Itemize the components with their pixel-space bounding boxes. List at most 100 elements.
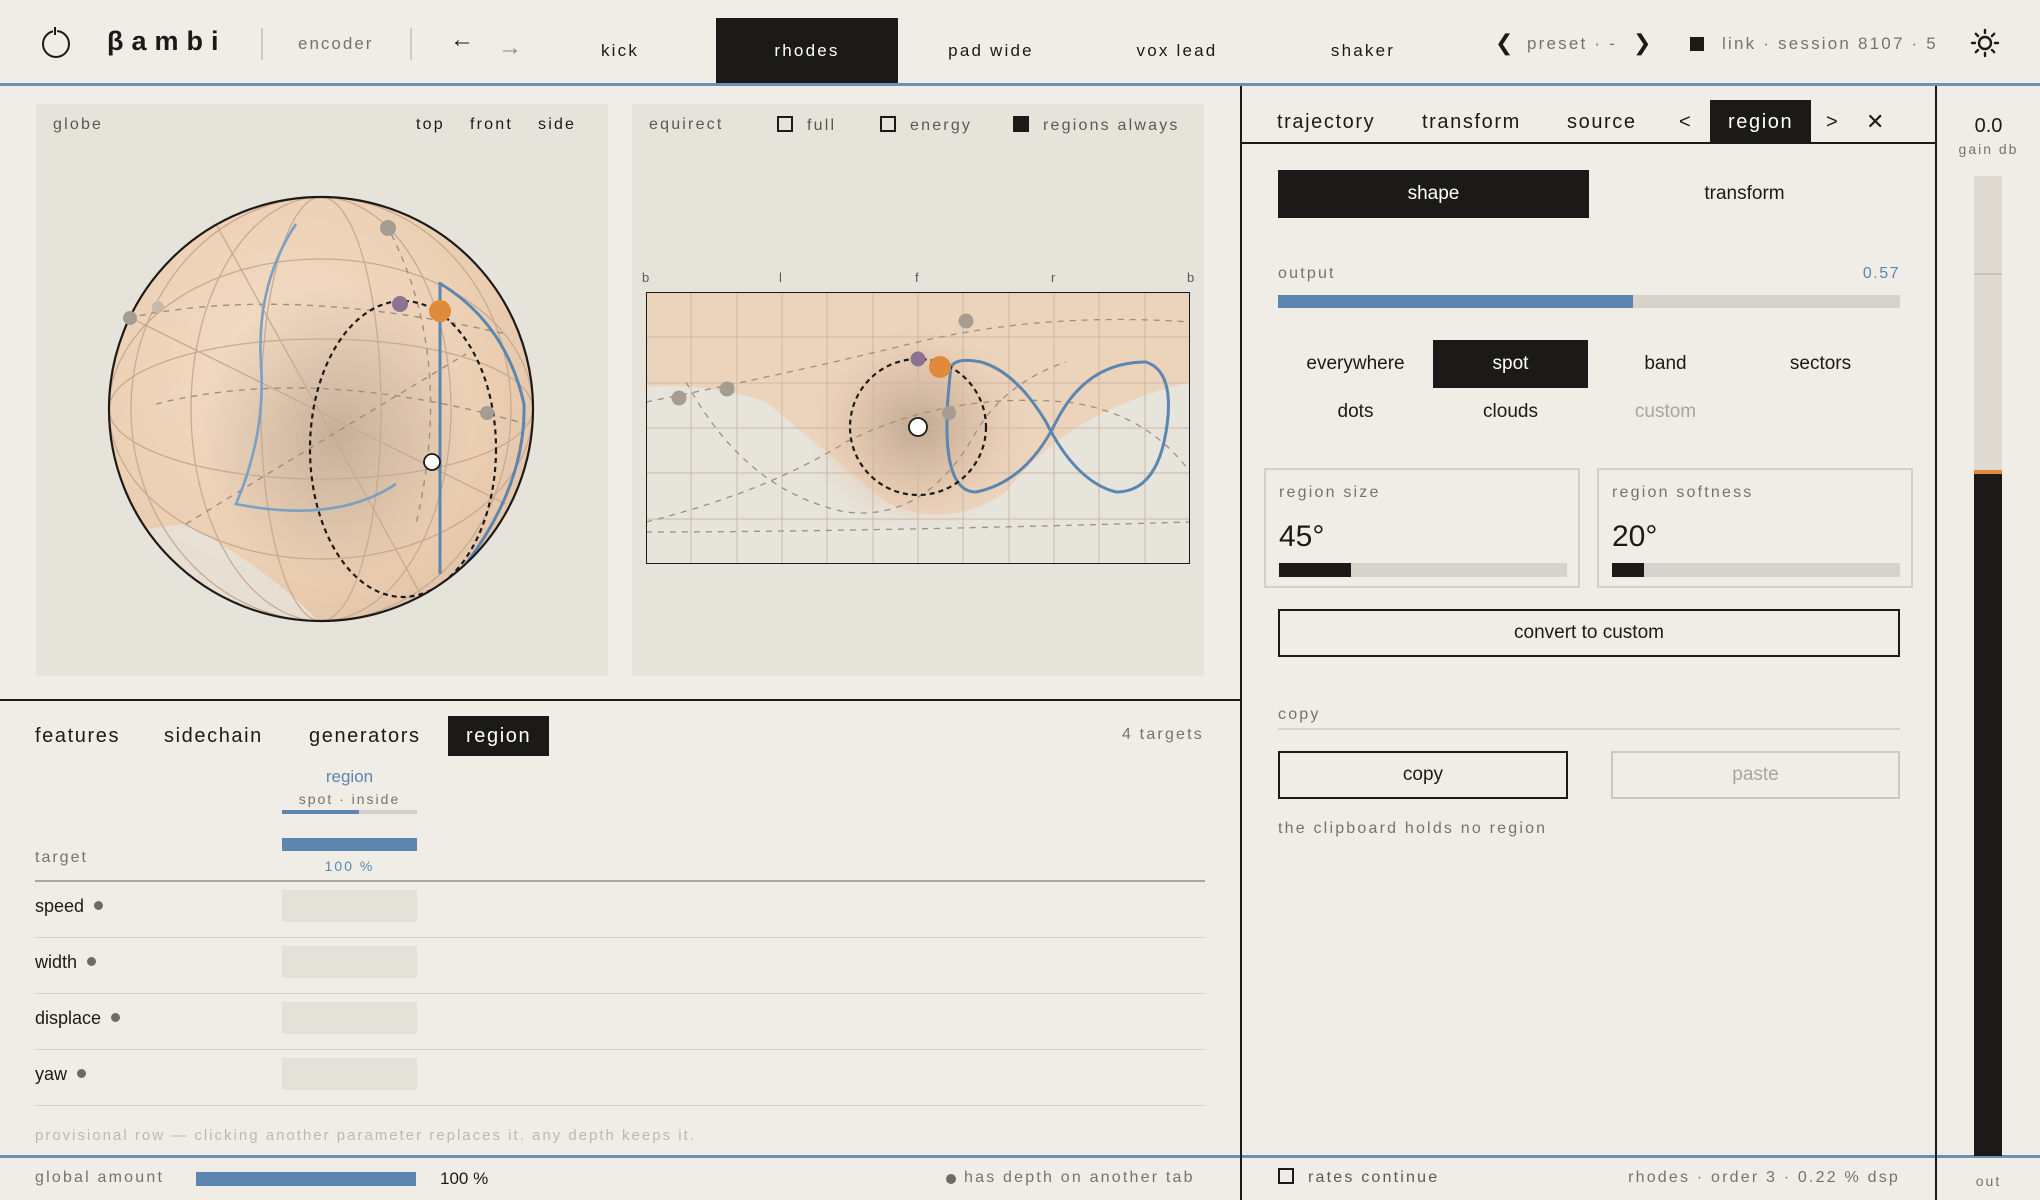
link-checkbox[interactable] <box>1690 37 1704 51</box>
depth-cell[interactable] <box>282 890 417 922</box>
encoder-button[interactable]: encoder <box>298 34 373 54</box>
depth-cell[interactable] <box>282 1002 417 1034</box>
theme-sun-icon[interactable] <box>1970 28 2000 58</box>
global-amount-slider[interactable] <box>196 1172 416 1186</box>
target-column-label: target <box>35 849 88 866</box>
inspector-tab-transform[interactable]: transform <box>1422 100 1521 144</box>
meter-left-border <box>1935 86 1937 1200</box>
depth-dot-icon <box>946 1174 956 1184</box>
inspector-next-icon[interactable]: > <box>1826 100 1839 144</box>
meter-level-fill <box>1974 470 2002 1156</box>
tab-generators[interactable]: generators <box>291 716 439 756</box>
status-dot <box>111 1013 121 1022</box>
shape-sectors-button[interactable]: sectors <box>1743 340 1898 388</box>
convert-to-custom-button[interactable]: convert to custom <box>1278 609 1900 657</box>
source-level-bar <box>282 810 417 814</box>
track-tab-rhodes[interactable]: rhodes <box>716 18 898 83</box>
undo-arrow-icon[interactable]: ← <box>450 26 474 54</box>
regions-always-checkbox[interactable] <box>1013 116 1029 132</box>
shape-clouds-button[interactable]: clouds <box>1433 388 1588 436</box>
track-tab-pad-wide[interactable]: pad wide <box>906 18 1076 83</box>
redo-arrow-icon[interactable]: → <box>498 34 522 62</box>
region-softness-slider[interactable] <box>1612 563 1900 577</box>
output-label: output <box>1278 265 1336 282</box>
shape-spot-button[interactable]: spot <box>1433 340 1588 388</box>
targets-count: 4 targets <box>1121 726 1204 743</box>
tab-features[interactable]: features <box>17 716 138 756</box>
preset-next-icon[interactable]: ❯ <box>1633 30 1651 56</box>
source-column-title[interactable]: region <box>282 767 417 787</box>
rates-continue-toggle[interactable]: rates continue <box>1278 1168 1439 1187</box>
out-label: out <box>1975 1173 2002 1189</box>
status-dot <box>94 901 104 910</box>
preset-prev-icon[interactable]: ❮ <box>1495 30 1513 56</box>
target-row-speed[interactable]: speed <box>35 882 1205 938</box>
full-toggle[interactable]: full <box>777 116 836 135</box>
mode-shape-button[interactable]: shape <box>1278 170 1589 218</box>
globe-view[interactable] <box>36 104 608 676</box>
axis-label-front: f <box>915 270 919 285</box>
shape-custom-button[interactable]: custom <box>1588 388 1743 436</box>
region-size-slider[interactable] <box>1279 563 1567 577</box>
rates-continue-label: rates continue <box>1308 1169 1440 1186</box>
close-icon[interactable]: ✕ <box>1866 100 1886 144</box>
preset-label[interactable]: preset · - <box>1527 34 1617 54</box>
power-icon[interactable] <box>42 27 70 58</box>
region-size-label: region size <box>1279 484 1381 501</box>
mode-transform-button[interactable]: transform <box>1589 170 1900 218</box>
target-label-speed: speed <box>35 896 85 916</box>
global-amount-value: 100 % <box>440 1169 489 1188</box>
copy-button[interactable]: copy <box>1278 751 1568 799</box>
target-label-yaw: yaw <box>35 1064 68 1084</box>
depth-cell[interactable] <box>282 946 417 978</box>
inspector-tab-source[interactable]: source <box>1567 100 1637 144</box>
output-bar-fill <box>1278 295 1633 308</box>
region-softness-fill <box>1612 563 1644 577</box>
status-dot <box>87 957 97 966</box>
divider <box>410 28 412 60</box>
inspector-tab-trajectory[interactable]: trajectory <box>1277 100 1375 144</box>
target-row-displace[interactable]: displace <box>35 994 1205 1050</box>
top-bar: βambi encoder ← → kick rhodes pad wide v… <box>0 0 2040 86</box>
energy-toggle[interactable]: energy <box>880 116 972 135</box>
shape-band-button[interactable]: band <box>1588 340 1743 388</box>
regions-always-toggle[interactable]: regions always <box>1013 116 1180 135</box>
depth-bar[interactable] <box>282 838 417 851</box>
target-row-width[interactable]: width <box>35 938 1205 994</box>
inspector-left-border <box>1240 86 1242 1200</box>
region-size-control[interactable]: region size 45° <box>1264 468 1580 588</box>
shape-everywhere-button[interactable]: everywhere <box>1278 340 1433 388</box>
output-meter[interactable] <box>1974 176 2002 1156</box>
status-text: rhodes · order 3 · 0.22 % dsp <box>1628 1169 1900 1186</box>
tab-region[interactable]: region <box>448 716 550 756</box>
region-size-value: 45° <box>1279 520 1325 553</box>
depth-cell[interactable] <box>282 1058 417 1090</box>
meter-reference-tick <box>1974 273 2002 275</box>
target-label-displace: displace <box>35 1008 102 1028</box>
section-divider <box>0 699 1240 701</box>
equirect-map[interactable] <box>646 292 1190 564</box>
paste-button[interactable]: paste <box>1611 751 1900 799</box>
axis-label-right: r <box>1051 270 1056 285</box>
track-tab-shaker[interactable]: shaker <box>1278 18 1448 83</box>
globe-panel[interactable]: globe top front side <box>36 104 608 676</box>
gain-value[interactable]: 0.0 <box>1937 115 2040 138</box>
tab-sidechain[interactable]: sidechain <box>146 716 281 756</box>
full-checkbox[interactable] <box>777 116 793 132</box>
region-softness-control[interactable]: region softness 20° <box>1597 468 1913 588</box>
global-amount-fill <box>196 1172 416 1186</box>
track-tab-vox-lead[interactable]: vox lead <box>1092 18 1262 83</box>
copy-section-line <box>1278 728 1900 730</box>
clipboard-note: the clipboard holds no region <box>1278 820 1548 837</box>
energy-checkbox[interactable] <box>880 116 896 132</box>
inspector-tab-region[interactable]: region <box>1710 100 1812 144</box>
region-size-fill <box>1279 563 1351 577</box>
target-row-yaw[interactable]: yaw <box>35 1050 1205 1106</box>
target-label-width: width <box>35 952 78 972</box>
inspector-prev-icon[interactable]: < <box>1679 100 1692 144</box>
rates-continue-checkbox[interactable] <box>1278 1168 1294 1184</box>
axis-label-back-left: b <box>642 270 650 285</box>
track-tab-kick[interactable]: kick <box>535 18 705 83</box>
equirect-panel[interactable]: equirect full energy regions always b l … <box>632 104 1204 676</box>
shape-dots-button[interactable]: dots <box>1278 388 1433 436</box>
